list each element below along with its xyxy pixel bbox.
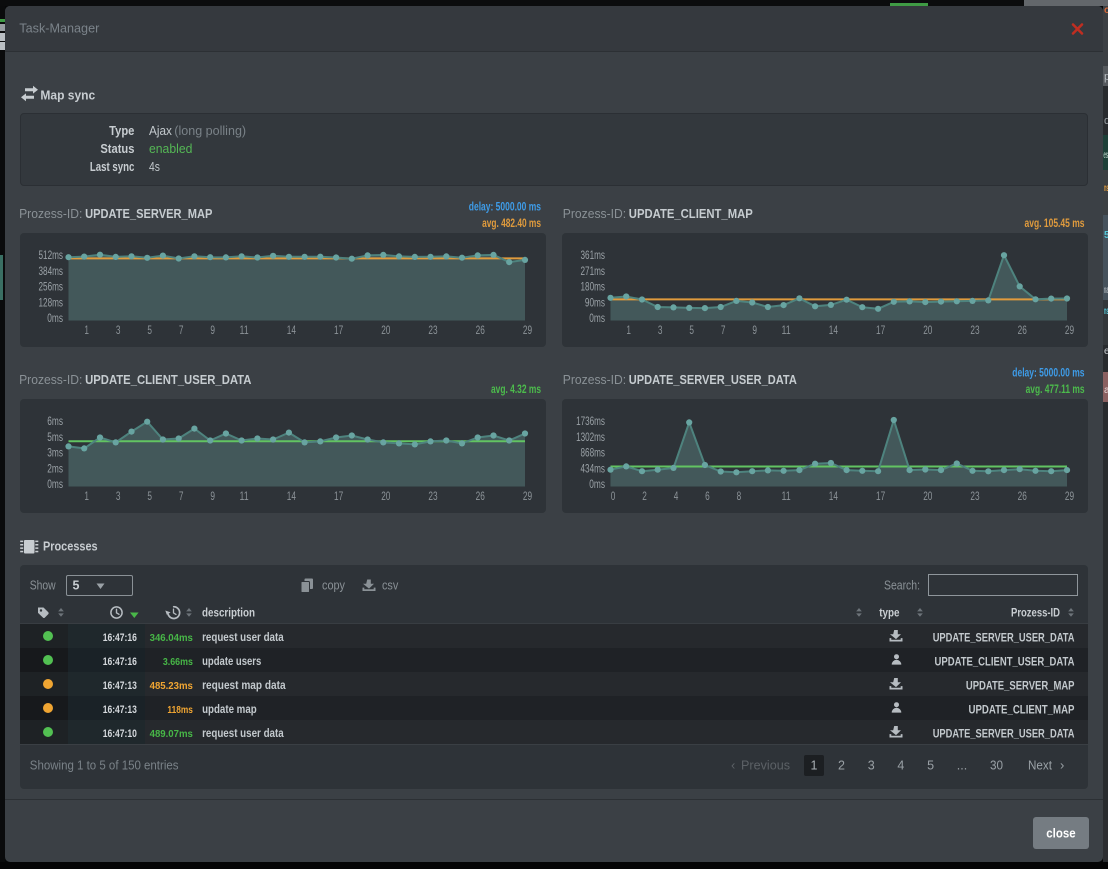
svg-text:Last sync: Last sync xyxy=(90,160,135,174)
svg-text:delay: 5000.00 ms: delay: 5000.00 ms xyxy=(1012,368,1084,380)
svg-text:(long polling): (long polling) xyxy=(174,124,246,138)
svg-text:avg. 477.11 ms: avg. 477.11 ms xyxy=(1026,384,1085,396)
svg-text:Search:: Search: xyxy=(884,578,920,592)
svg-text:csv: csv xyxy=(382,578,399,592)
svg-text:118ms: 118ms xyxy=(167,704,193,716)
svg-text:Prozess-ID:: Prozess-ID: xyxy=(563,373,626,387)
svg-text:delay: 5000.00 ms: delay: 5000.00 ms xyxy=(469,202,541,214)
svg-text:UPDATE_CLIENT_MAP: UPDATE_CLIENT_MAP xyxy=(629,207,753,221)
svg-text:...: ... xyxy=(957,759,967,773)
svg-text:5: 5 xyxy=(927,759,934,773)
svg-text:UPDATE_SERVER_USER_DATA: UPDATE_SERVER_USER_DATA xyxy=(933,631,1075,645)
svg-text:Show: Show xyxy=(30,578,57,592)
svg-text:e: e xyxy=(1104,346,1108,357)
svg-text:Type: Type xyxy=(109,124,134,138)
svg-text:type: type xyxy=(879,605,899,619)
svg-text:description: description xyxy=(202,605,255,619)
svg-text:update users: update users xyxy=(202,656,261,668)
svg-text:ns: ns xyxy=(1104,183,1108,194)
svg-text:16:47:16: 16:47:16 xyxy=(103,632,137,644)
svg-text:ns: ns xyxy=(1104,306,1108,317)
svg-text:copy: copy xyxy=(322,578,346,592)
svg-text:request user data: request user data xyxy=(202,632,284,644)
svg-text:UPDATE_SERVER_MAP: UPDATE_SERVER_MAP xyxy=(85,207,212,221)
svg-text:d: d xyxy=(1104,115,1108,127)
svg-text:Status: Status xyxy=(100,142,134,156)
svg-text:16:47:13: 16:47:13 xyxy=(103,680,137,692)
svg-text:489.07ms: 489.07ms xyxy=(150,728,193,740)
svg-text:‹: ‹ xyxy=(731,758,735,773)
svg-text:30: 30 xyxy=(990,759,1003,773)
svg-text:a: a xyxy=(1104,385,1108,396)
svg-text:UPDATE_CLIENT_MAP: UPDATE_CLIENT_MAP xyxy=(969,703,1075,717)
svg-text:346.04ms: 346.04ms xyxy=(150,632,193,644)
svg-text:Prozess-ID:: Prozess-ID: xyxy=(563,207,626,221)
svg-text:1: 1 xyxy=(811,759,818,773)
svg-text:Map sync: Map sync xyxy=(40,87,95,102)
svg-text:UPDATE_SERVER_MAP: UPDATE_SERVER_MAP xyxy=(966,679,1075,693)
svg-text:16:47:13: 16:47:13 xyxy=(103,704,137,716)
svg-text:avg. 105.45 ms: avg. 105.45 ms xyxy=(1025,218,1085,230)
svg-text:Next: Next xyxy=(1028,759,1052,773)
svg-text:enabled: enabled xyxy=(149,142,192,156)
svg-text:avg. 4.32 ms: avg. 4.32 ms xyxy=(491,384,541,396)
svg-text:Task-Manager: Task-Manager xyxy=(19,20,100,35)
svg-text:request user data: request user data xyxy=(202,728,284,740)
svg-text:2: 2 xyxy=(838,759,845,773)
svg-text:5: 5 xyxy=(1104,230,1108,241)
svg-text:5: 5 xyxy=(73,578,80,592)
svg-text:es: es xyxy=(1104,150,1108,161)
svg-text:avg. 482.40 ms: avg. 482.40 ms xyxy=(482,218,541,230)
svg-text:request map data: request map data xyxy=(202,680,286,692)
svg-text:Processes: Processes xyxy=(43,540,98,554)
svg-text:UPDATE_SERVER_USER_DATA: UPDATE_SERVER_USER_DATA xyxy=(629,373,797,387)
svg-text:4: 4 xyxy=(897,759,904,773)
svg-text:4s: 4s xyxy=(149,160,160,174)
svg-text:o: o xyxy=(1104,5,1108,16)
svg-text:Prozess-ID: Prozess-ID xyxy=(1011,605,1060,619)
svg-text:3.66ms: 3.66ms xyxy=(163,656,193,668)
svg-text:Prozess-ID:: Prozess-ID: xyxy=(19,207,82,221)
svg-text:›: › xyxy=(1060,758,1064,773)
svg-text:16:47:16: 16:47:16 xyxy=(103,656,137,668)
svg-text:Prozess-ID:: Prozess-ID: xyxy=(19,373,82,387)
svg-text:3: 3 xyxy=(868,759,875,773)
svg-text:na: na xyxy=(1104,285,1108,296)
svg-text:Previous: Previous xyxy=(741,759,790,773)
svg-text:close: close xyxy=(1046,826,1075,841)
svg-text:485.23ms: 485.23ms xyxy=(150,680,193,692)
svg-text:UPDATE_CLIENT_USER_DATA: UPDATE_CLIENT_USER_DATA xyxy=(85,373,251,387)
svg-text:p: p xyxy=(1104,71,1108,83)
svg-text:UPDATE_SERVER_USER_DATA: UPDATE_SERVER_USER_DATA xyxy=(933,727,1075,741)
svg-text:Ajax: Ajax xyxy=(149,124,173,138)
svg-text:Showing 1 to 5 of 150 entries: Showing 1 to 5 of 150 entries xyxy=(30,759,179,773)
svg-text:UPDATE_CLIENT_USER_DATA: UPDATE_CLIENT_USER_DATA xyxy=(935,655,1075,669)
svg-text:update map: update map xyxy=(202,704,257,716)
svg-text:16:47:10: 16:47:10 xyxy=(103,728,137,740)
